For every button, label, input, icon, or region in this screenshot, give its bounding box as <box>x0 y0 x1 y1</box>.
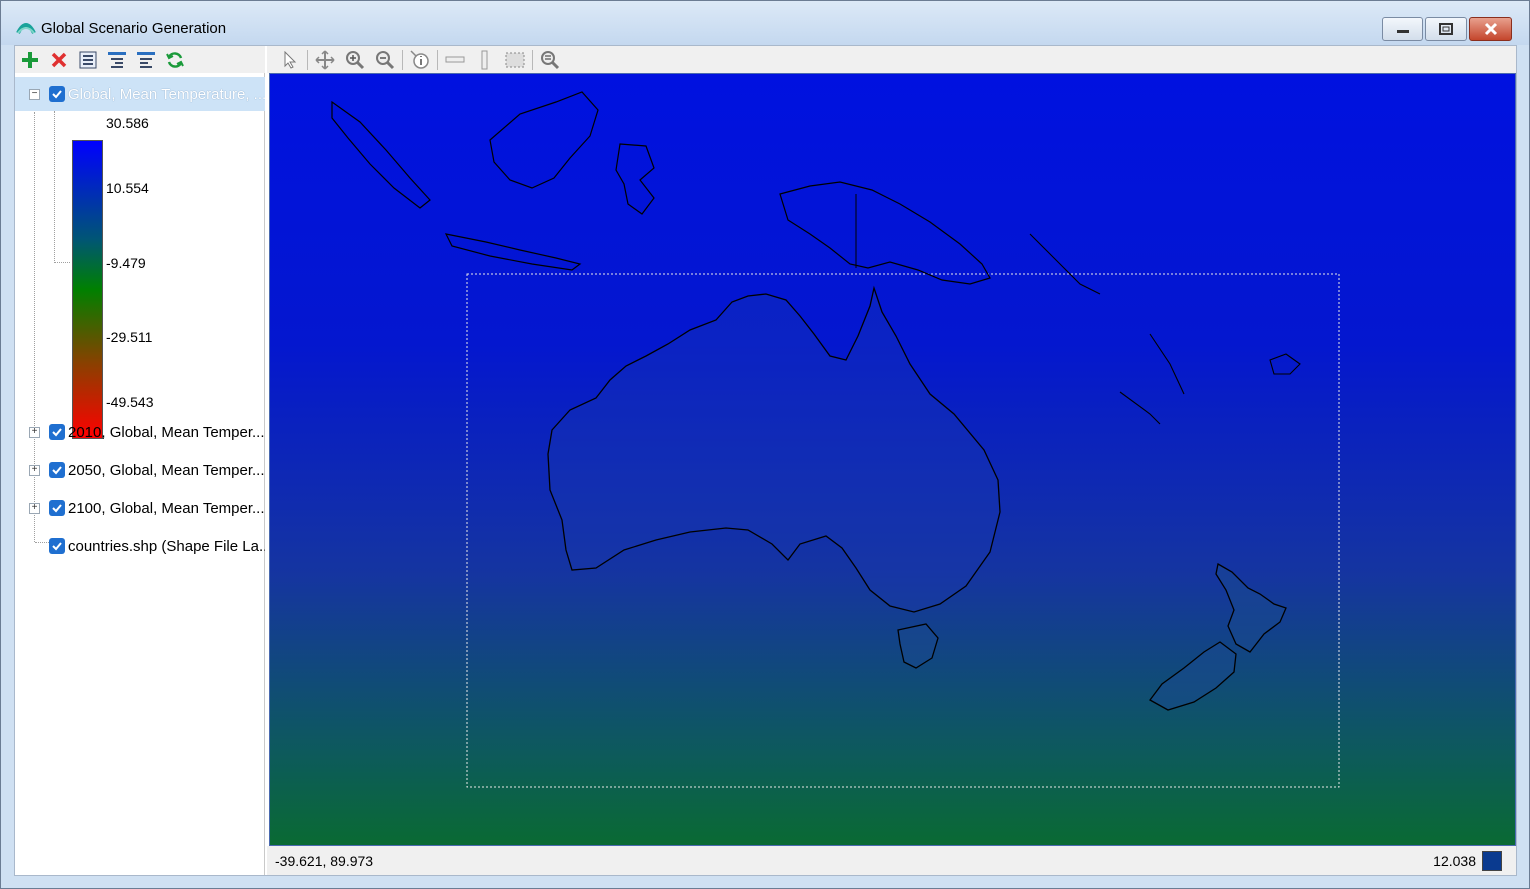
expand-icon[interactable]: + <box>29 426 40 438</box>
legend-label: -29.511 <box>106 329 153 345</box>
legend-label: -9.479 <box>106 255 146 271</box>
zoom-extent-button[interactable] <box>535 48 565 72</box>
delete-icon <box>51 52 67 67</box>
refresh-icon <box>166 51 184 68</box>
java-outline <box>444 233 582 271</box>
layer-checkbox[interactable] <box>49 462 65 478</box>
expand-icon[interactable]: + <box>29 464 40 476</box>
layer-toolbar <box>15 46 265 73</box>
collapse-icon[interactable]: − <box>29 88 40 100</box>
toolbar-separator <box>307 49 308 70</box>
new-zealand-south-island <box>1149 641 1237 711</box>
maximize-button[interactable] <box>1425 17 1467 41</box>
map-canvas[interactable] <box>269 73 1516 846</box>
layer-item-2010[interactable]: + 2010, Global, Mean Temper... <box>15 415 265 449</box>
select-arrow-icon <box>284 50 297 69</box>
app-logo-icon <box>16 23 36 34</box>
title-bar: Global Scenario Generation <box>1 1 1529 45</box>
expand-all-icon <box>137 51 155 68</box>
layer-item-countries-shapefile[interactable]: countries.shp (Shape File La... <box>15 529 265 563</box>
remove-layer-button[interactable] <box>48 49 70 71</box>
layer-item-2050[interactable]: + 2050, Global, Mean Temper... <box>15 453 265 487</box>
zoom-out-button[interactable] <box>370 48 400 72</box>
layer-label: 2010, Global, Mean Temper... <box>68 423 265 441</box>
toolbar-separator <box>437 49 438 70</box>
horizontal-measure-icon <box>445 56 465 62</box>
expand-icon[interactable]: + <box>29 502 40 514</box>
layer-item-global-mean-temperature[interactable]: − Global, Mean Temperature, ... <box>15 77 265 111</box>
vertical-measure-button[interactable] <box>470 48 500 72</box>
collapse-all-icon <box>108 51 126 68</box>
cursor-coordinates: -39.621, 89.973 <box>275 853 374 869</box>
horizontal-measure-button[interactable] <box>440 48 470 72</box>
color-ramp-legend <box>72 140 103 439</box>
vertical-measure-icon <box>481 50 488 69</box>
layer-label: countries.shp (Shape File La... <box>68 537 265 555</box>
zoom-in-button[interactable] <box>340 48 370 72</box>
refresh-button[interactable] <box>164 49 186 71</box>
zoom-out-icon <box>376 50 395 69</box>
value-color-swatch <box>1482 851 1502 871</box>
checkmark-icon <box>52 428 62 437</box>
add-icon <box>22 51 38 68</box>
new-zealand-north-island <box>1215 562 1287 653</box>
toolbar-separator <box>402 49 403 70</box>
checkmark-icon <box>52 542 62 551</box>
layer-checkbox[interactable] <box>49 86 65 102</box>
sulawesi-outline <box>615 143 655 215</box>
minimize-icon <box>1396 30 1409 33</box>
island-chain-outline <box>1029 233 1301 425</box>
borneo-outline <box>489 91 599 189</box>
restore-icon <box>1439 23 1453 35</box>
zoom-in-icon <box>346 50 365 69</box>
checkmark-icon <box>52 504 62 513</box>
pan-icon <box>315 49 335 70</box>
map-outline-layer <box>331 91 1340 788</box>
tree-connector <box>54 111 55 263</box>
map-toolbar <box>267 46 1516 73</box>
collapse-all-button[interactable] <box>106 49 128 71</box>
list-icon <box>79 51 97 68</box>
layer-checkbox[interactable] <box>49 500 65 516</box>
pan-tool-button[interactable] <box>310 48 340 72</box>
layer-label: 2050, Global, Mean Temper... <box>68 461 265 479</box>
close-button[interactable] <box>1469 17 1512 41</box>
close-icon <box>1484 22 1497 36</box>
checkmark-icon <box>52 466 62 475</box>
identify-icon <box>410 49 429 69</box>
toolbar-separator <box>532 49 533 70</box>
select-region-icon <box>505 52 525 67</box>
window-title: Global Scenario Generation <box>41 20 227 37</box>
australia-outline <box>547 285 1001 613</box>
sumatra-outline <box>331 100 431 209</box>
checkmark-icon <box>52 90 62 99</box>
app-window: Global Scenario Generation − Global, Mea… <box>0 0 1530 889</box>
tree-connector <box>54 262 70 263</box>
expand-all-button[interactable] <box>135 49 157 71</box>
minimize-button[interactable] <box>1382 17 1423 41</box>
client-area: − Global, Mean Temperature, ... 30.586 1… <box>14 45 1517 876</box>
layer-item-2100[interactable]: + 2100, Global, Mean Temper... <box>15 491 265 525</box>
zoom-extent-icon <box>541 50 560 69</box>
cursor-value: 12.038 <box>1433 853 1476 869</box>
legend-label: 30.586 <box>106 115 149 131</box>
tasmania-outline <box>897 623 939 669</box>
legend-label: -49.543 <box>106 394 154 410</box>
layer-list-button[interactable] <box>77 49 99 71</box>
identify-button[interactable] <box>405 48 435 72</box>
legend-label: 10.554 <box>106 180 149 196</box>
select-tool-button[interactable] <box>275 48 305 72</box>
status-bar: -39.621, 89.973 12.038 <box>267 846 1516 875</box>
layer-label: Global, Mean Temperature, ... <box>68 85 265 103</box>
new-guinea-outline <box>779 181 991 285</box>
layer-label: 2100, Global, Mean Temper... <box>68 499 265 517</box>
layer-checkbox[interactable] <box>49 538 65 554</box>
layer-tree: − Global, Mean Temperature, ... 30.586 1… <box>15 73 265 875</box>
select-region-button[interactable] <box>500 48 530 72</box>
layer-checkbox[interactable] <box>49 424 65 440</box>
add-layer-button[interactable] <box>19 49 41 71</box>
